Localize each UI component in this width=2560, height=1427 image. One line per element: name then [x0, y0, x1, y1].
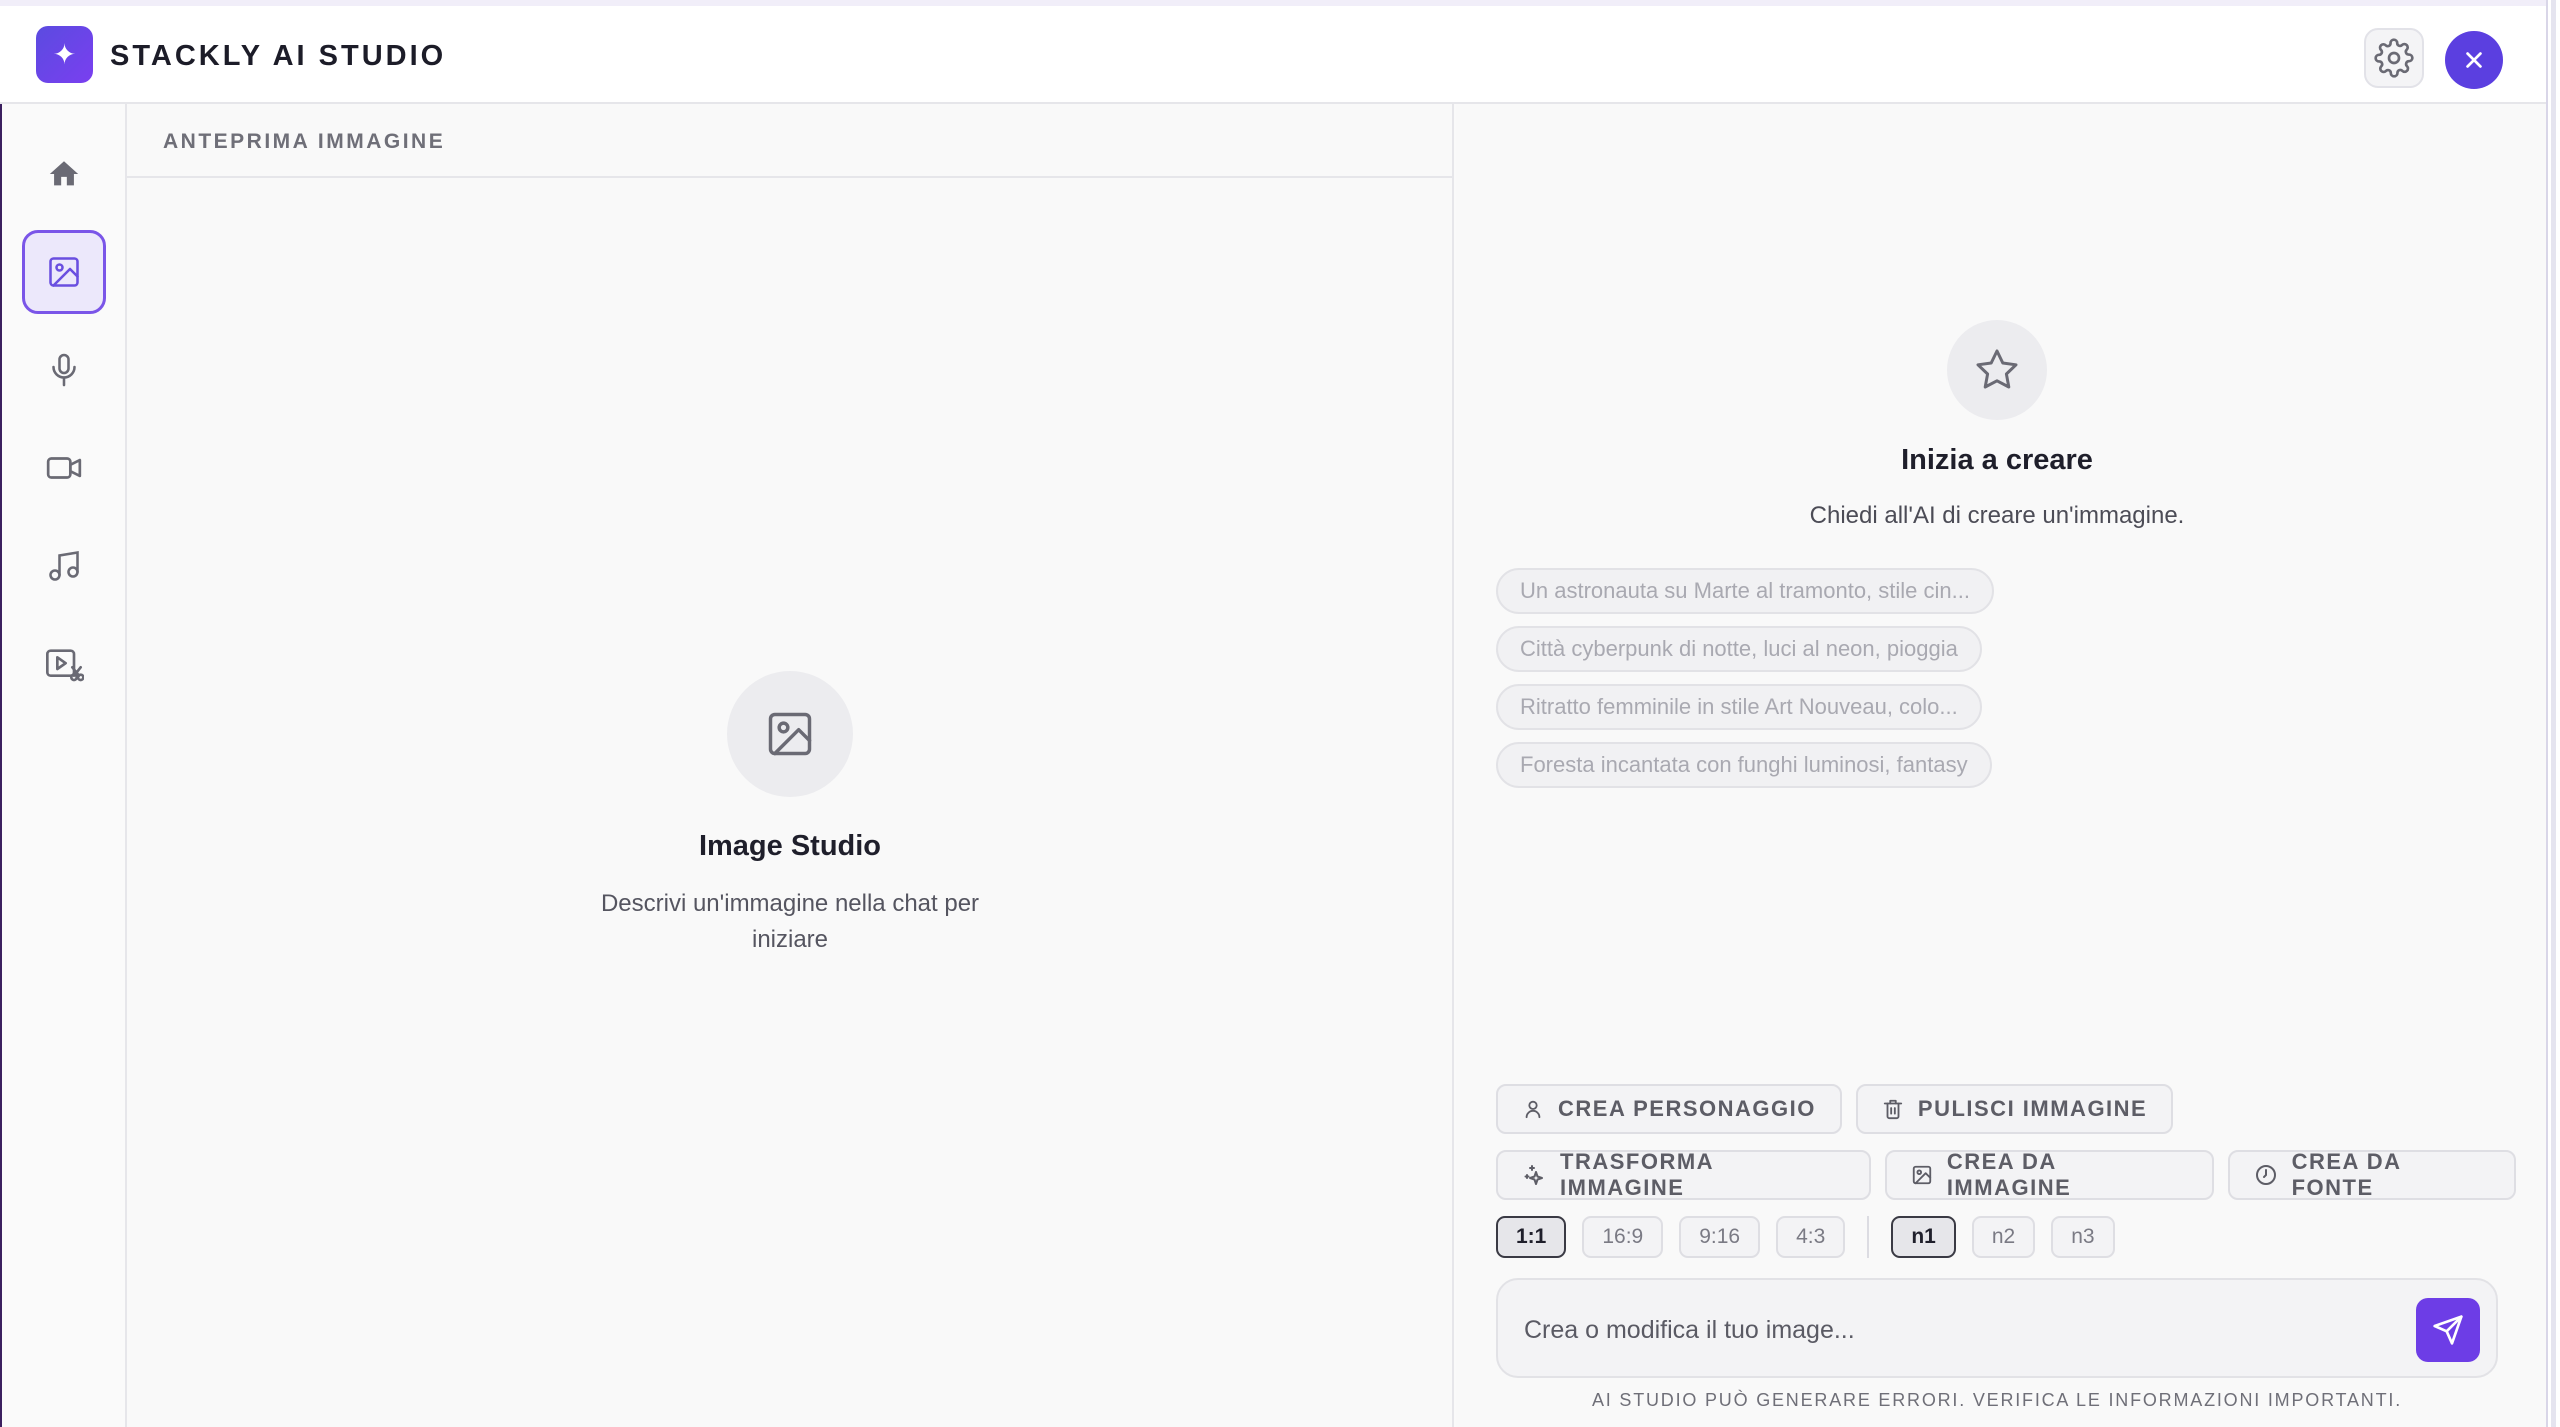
video-camera-icon	[46, 457, 82, 479]
prompt-input[interactable]	[1524, 1310, 2404, 1350]
star-icon	[1976, 349, 2018, 389]
generation-options: 1:1 16:9 9:16 4:3 n1 n2 n3	[1496, 1216, 2115, 1258]
sidebar	[2, 104, 127, 1427]
disclaimer: AI STUDIO PUÒ GENERARE ERRORI. VERIFICA …	[1591, 1390, 2402, 1410]
create-from-source-button[interactable]: CREA DA FONTE	[2227, 1149, 2516, 1200]
close-button[interactable]	[2445, 31, 2503, 89]
sidebar-item-voice[interactable]	[22, 328, 106, 412]
start-subtitle: Chiedi all'AI di creare un'immagine.	[1809, 502, 2185, 529]
placeholder-image-badge	[727, 671, 853, 797]
action-label: TRASFORMA IMMAGINE	[1560, 1149, 1714, 1200]
suggestion-chip[interactable]: Foresta incantata con funghi luminosi, f…	[1496, 742, 1992, 788]
clock-icon	[2255, 1165, 2276, 1185]
app-logo: ✦	[36, 26, 93, 83]
trash-icon	[1883, 1099, 1903, 1120]
suggestion-chip[interactable]: Un astronauta su Marte al tramonto, stil…	[1496, 568, 1994, 614]
send-button[interactable]	[2416, 1298, 2480, 1362]
preview-label: ANTEPRIMA IMMAGINE	[163, 130, 446, 153]
sidebar-item-video-edit[interactable]	[22, 622, 106, 706]
video-edit-icon	[46, 649, 84, 682]
action-label: CREA PERSONAGGIO	[1558, 1096, 1816, 1121]
sidebar-item-image[interactable]	[22, 230, 106, 314]
count-option[interactable]: n1	[1891, 1216, 1956, 1258]
send-icon	[2433, 1315, 2463, 1345]
start-star-badge	[1947, 320, 2047, 420]
suggestion-chip[interactable]: Città cyberpunk di notte, luci al neon, …	[1496, 626, 1982, 672]
quick-actions: CREA PERSONAGGIO PULISCI IMMAGINE TRASFO…	[1496, 1084, 2516, 1216]
chat-panel: Inizia a creare Chiedi all'AI di creare …	[1456, 104, 2546, 1427]
placeholder-title: Image Studio	[698, 830, 882, 862]
sidebar-item-video[interactable]	[22, 426, 106, 510]
create-character-button[interactable]: CREA PERSONAGGIO	[1496, 1084, 1842, 1134]
placeholder-subtitle-line: Descrivi un'immagine nella chat per	[600, 890, 980, 917]
prompt-composer	[1496, 1278, 2498, 1378]
app-header: ✦ STACKLY AI STUDIO	[0, 6, 2546, 104]
person-icon	[1525, 1100, 1541, 1119]
action-label: CREA DA IMMAGINE	[1946, 1149, 2072, 1200]
sparkle-icon	[1524, 1165, 1543, 1185]
count-option[interactable]: n3	[2051, 1216, 2115, 1258]
image-icon	[768, 712, 812, 756]
close-icon	[2466, 52, 2482, 68]
gear-icon	[2374, 38, 2414, 78]
preview-header: ANTEPRIMA IMMAGINE	[127, 104, 1454, 178]
action-label: PULISCI IMMAGINE	[1917, 1096, 2148, 1121]
window-scrollbar[interactable]	[2546, 0, 2560, 1427]
create-from-image-button[interactable]: CREA DA IMMAGINE	[1884, 1149, 2214, 1200]
start-title: Inizia a creare	[1901, 444, 2093, 476]
suggestion-chip[interactable]: Ritratto femminile in stile Art Nouveau,…	[1496, 684, 1982, 730]
microphone-icon	[52, 353, 76, 387]
suggestion-list: Un astronauta su Marte al tramonto, stil…	[1496, 568, 1994, 800]
sidebar-item-music[interactable]	[22, 524, 106, 608]
music-note-icon	[49, 550, 79, 581]
count-option[interactable]: n2	[1971, 1216, 2036, 1258]
aspect-ratio-option[interactable]: 9:16	[1679, 1216, 1761, 1258]
transform-image-button[interactable]: TRASFORMA IMMAGINE	[1496, 1149, 1871, 1200]
placeholder-subtitle-line: iniziare	[751, 926, 829, 953]
aspect-ratio-option[interactable]: 16:9	[1582, 1216, 1664, 1258]
home-icon	[49, 161, 79, 186]
sidebar-item-home[interactable]	[22, 132, 106, 216]
aspect-ratio-option[interactable]: 4:3	[1776, 1216, 1846, 1258]
logo-sparkle-icon: ✦	[52, 39, 77, 70]
image-icon	[1912, 1165, 1931, 1185]
image-icon	[49, 257, 79, 287]
aspect-ratio-option[interactable]: 1:1	[1496, 1216, 1567, 1258]
action-label: CREA DA FONTE	[2291, 1149, 2401, 1200]
clean-image-button[interactable]: PULISCI IMMAGINE	[1855, 1084, 2174, 1134]
placeholder-subtitle: Descrivi un'immagine nella chat per iniz…	[490, 886, 1090, 958]
app-title: STACKLY AI STUDIO	[110, 40, 447, 72]
image-preview-panel: ANTEPRIMA IMMAGINE Image Studio Descrivi…	[127, 104, 1454, 1427]
settings-button[interactable]	[2364, 28, 2424, 88]
options-divider	[1867, 1216, 1870, 1258]
